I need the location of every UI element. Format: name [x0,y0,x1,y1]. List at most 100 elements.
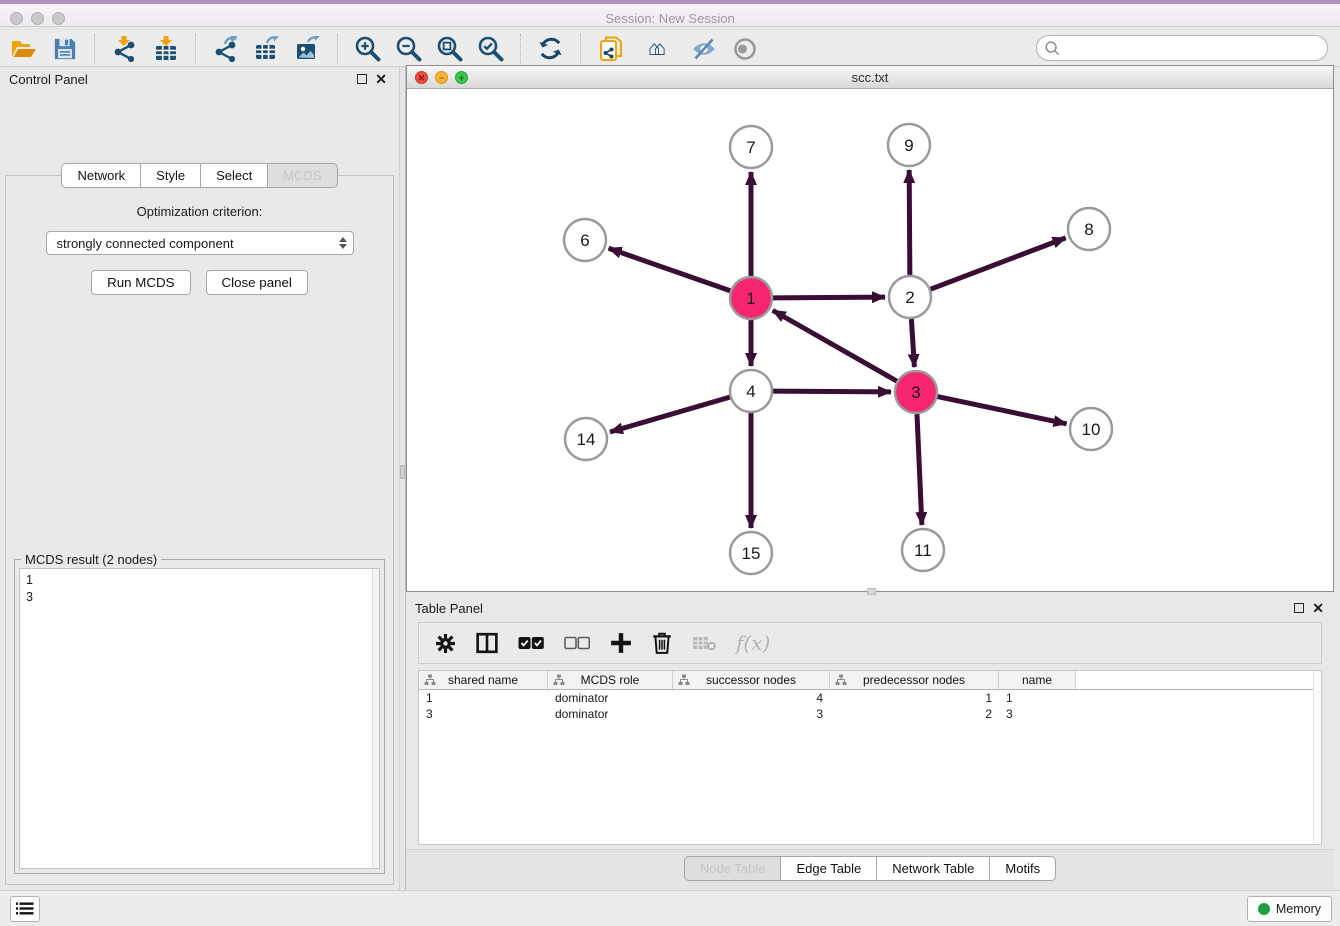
column-header-shared-name[interactable]: shared name [419,671,548,689]
first-neighbors-icon[interactable]: ⌂⌂ [638,35,676,62]
edge-3-1[interactable] [773,310,897,381]
task-history-button[interactable] [10,896,40,922]
float-panel-icon[interactable] [357,74,367,84]
horizontal-splitter-handle[interactable] [867,588,876,595]
tab-edge-table[interactable]: Edge Table [780,856,877,881]
delete-column-icon[interactable] [652,631,672,655]
control-panel-title: Control Panel [9,72,88,87]
birds-eye-view-icon[interactable] [731,35,758,62]
zoom-out-icon[interactable] [395,35,422,62]
export-network-icon[interactable] [212,35,239,62]
splitter-handle[interactable] [400,465,405,479]
zoom-selected-icon[interactable] [477,35,504,62]
zoom-fit-icon[interactable] [436,35,463,62]
node-label: 1 [746,289,755,308]
search-box[interactable] [1036,35,1328,61]
function-builder-icon[interactable]: f(x) [736,631,770,655]
criterion-select[interactable]: strongly connected component [46,231,354,255]
node-10[interactable]: 10 [1070,408,1112,450]
tab-network[interactable]: Network [61,163,141,188]
edge-1-2[interactable] [773,297,885,298]
select-all-rows-icon[interactable] [518,631,544,655]
edge-4-3[interactable] [773,391,891,392]
node-2[interactable]: 2 [889,276,931,318]
table-row[interactable]: 3dominator323 [419,706,1321,722]
edge-3-11[interactable] [917,414,922,525]
memory-button[interactable]: Memory [1247,896,1332,922]
column-header-successor-nodes[interactable]: successor nodes [673,671,830,689]
close-panel-icon[interactable]: ✕ [375,71,387,88]
clear-table-icon[interactable] [692,631,716,655]
network-canvas[interactable]: 7 9 6 8 1 2 4 3 14 10 15 11 [407,89,1333,591]
window-title: Session: New Session [0,11,1340,26]
node-label: 4 [746,382,755,401]
node-7[interactable]: 7 [730,126,772,168]
node-6[interactable]: 6 [564,219,606,261]
tab-node-table[interactable]: Node Table [684,856,782,881]
table-header-row: shared name MCDS rolesuccessor nodesprede… [419,671,1321,690]
export-image-icon[interactable] [294,35,321,62]
edge-2-8[interactable] [931,238,1066,289]
node-table[interactable]: shared name MCDS rolesuccessor nodesprede… [418,670,1322,845]
node-label: 2 [905,288,914,307]
mcds-result-list[interactable]: 13 [19,568,380,869]
show-columns-icon[interactable] [476,631,498,655]
node-9[interactable]: 9 [888,124,930,166]
tab-select[interactable]: Select [200,163,268,188]
import-network-icon[interactable] [111,35,138,62]
refresh-icon[interactable] [537,35,564,62]
node-label: 6 [580,231,589,250]
table-settings-icon[interactable] [435,631,456,655]
node-14[interactable]: 14 [565,418,607,460]
node-11[interactable]: 11 [902,529,944,571]
float-table-panel-icon[interactable] [1294,603,1304,613]
optimization-criterion-label: Optimization criterion: [6,204,393,219]
network-graph[interactable]: 7 9 6 8 1 2 4 3 14 10 15 11 [407,89,1333,591]
node-3[interactable]: 3 [895,371,937,413]
add-column-icon[interactable] [610,631,632,655]
mcds-result-group: MCDS result (2 nodes) 13 [14,559,385,874]
control-panel-tabs: NetworkStyleSelectMCDS [0,163,399,188]
table-panel-title: Table Panel [415,601,483,616]
node-4[interactable]: 4 [730,370,772,412]
home-glyph: ⌂⌂ [648,38,666,59]
node-15[interactable]: 15 [730,532,772,574]
open-file-icon[interactable] [10,35,37,62]
column-label: shared name [448,673,518,687]
node-8[interactable]: 8 [1068,208,1110,250]
vertical-splitter[interactable] [399,67,406,890]
edge-4-14[interactable] [610,397,730,432]
import-table-icon[interactable] [152,35,179,62]
table-tabs: Node TableEdge TableNetwork TableMotifs [406,856,1334,881]
close-panel-button[interactable]: Close panel [206,270,308,295]
column-label: name [1022,673,1052,687]
column-header-predecessor-nodes[interactable]: predecessor nodes [830,671,999,689]
edge-3-10[interactable] [938,397,1067,424]
column-header-MCDS-role[interactable]: MCDS role [548,671,673,689]
tab-motifs[interactable]: Motifs [989,856,1056,881]
table-scrollbar[interactable] [1313,671,1321,844]
clone-network-icon[interactable] [597,35,624,62]
tab-network-table[interactable]: Network Table [876,856,990,881]
edge-2-3[interactable] [911,319,914,367]
zoom-in-icon[interactable] [354,35,381,62]
tab-mcds[interactable]: MCDS [267,163,337,188]
deselect-all-rows-icon[interactable] [564,631,590,655]
node-1[interactable]: 1 [730,277,772,319]
cell-MCDS-role: dominator [548,706,673,722]
main-toolbar: ⌂⌂ [0,31,1340,67]
export-table-icon[interactable] [253,35,280,62]
hide-details-icon[interactable] [690,35,717,62]
criterion-value: strongly connected component [57,236,339,251]
run-mcds-button[interactable]: Run MCDS [91,270,190,295]
cell-name: 3 [999,706,1076,722]
edge-2-9[interactable] [909,170,910,275]
save-session-icon[interactable] [51,35,78,62]
close-table-panel-icon[interactable]: ✕ [1312,600,1324,617]
tab-style[interactable]: Style [140,163,201,188]
column-header-name[interactable]: name [999,671,1076,689]
edge-1-6[interactable] [609,248,731,290]
search-input[interactable] [1061,38,1327,58]
result-scrollbar[interactable] [372,569,379,868]
table-row[interactable]: 1dominator411 [419,690,1321,706]
